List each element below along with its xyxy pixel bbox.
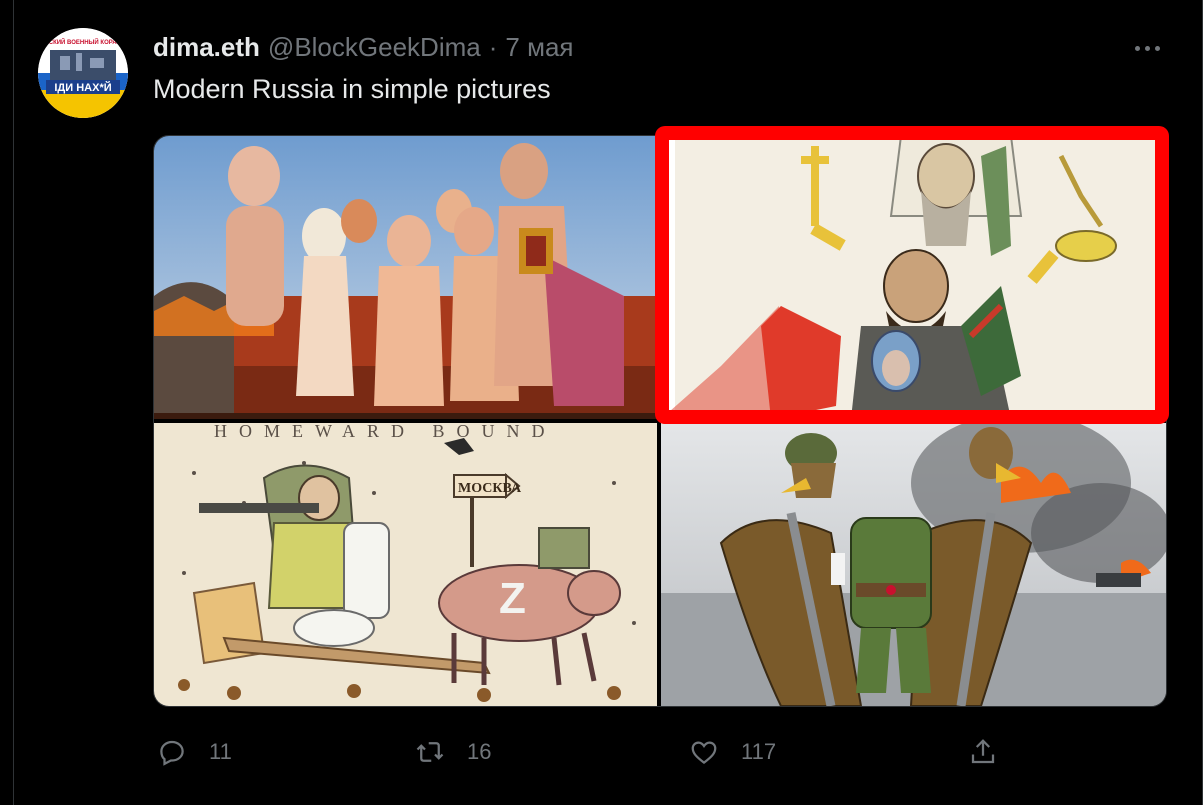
avatar-slogan: ІДИ НАХ*Й [54, 81, 111, 94]
media-image-4[interactable] [661, 423, 1166, 706]
display-name[interactable]: dima.eth [153, 32, 260, 63]
like-button[interactable]: 117 [689, 730, 776, 774]
timestamp[interactable]: 7 мая [505, 32, 573, 63]
retweet-button[interactable]: 16 [415, 730, 491, 774]
separator-dot: · [488, 31, 498, 62]
like-count: 117 [741, 739, 777, 764]
handle[interactable]: @BlockGeekDima [268, 32, 481, 63]
tile3-sign: МОСКВА [458, 481, 522, 496]
share-button[interactable] [968, 730, 998, 774]
media-image-2[interactable] [661, 136, 1166, 419]
media-grid: HOMEWARD BOUND МОСКВА Z [153, 135, 1167, 707]
retweet-count: 16 [467, 739, 492, 764]
more-icon[interactable] [1130, 33, 1164, 63]
tweet-header: dima.eth @BlockGeekDima · 7 мая [153, 32, 574, 62]
retweet-icon [416, 742, 444, 762]
share-icon [971, 739, 995, 764]
tweet-text: Modern Russia in simple pictures [153, 74, 551, 104]
media-image-1[interactable] [154, 136, 657, 419]
like-icon [691, 741, 717, 765]
tile3-title: HOMEWARD BOUND [214, 423, 557, 441]
reply-count: 11 [209, 739, 232, 764]
tweet-actions: 11 16 117 [153, 730, 1013, 774]
reply-icon [160, 740, 184, 766]
tile3-z-letter: Z [499, 574, 526, 623]
reply-button[interactable]: 11 [157, 730, 232, 774]
media-image-3[interactable]: HOMEWARD BOUND МОСКВА Z [154, 423, 657, 706]
avatar[interactable]: ІДИ НАХ*Й РУССКИЙ ВОЕННЫЙ КОРАБЛЬ [38, 28, 128, 118]
